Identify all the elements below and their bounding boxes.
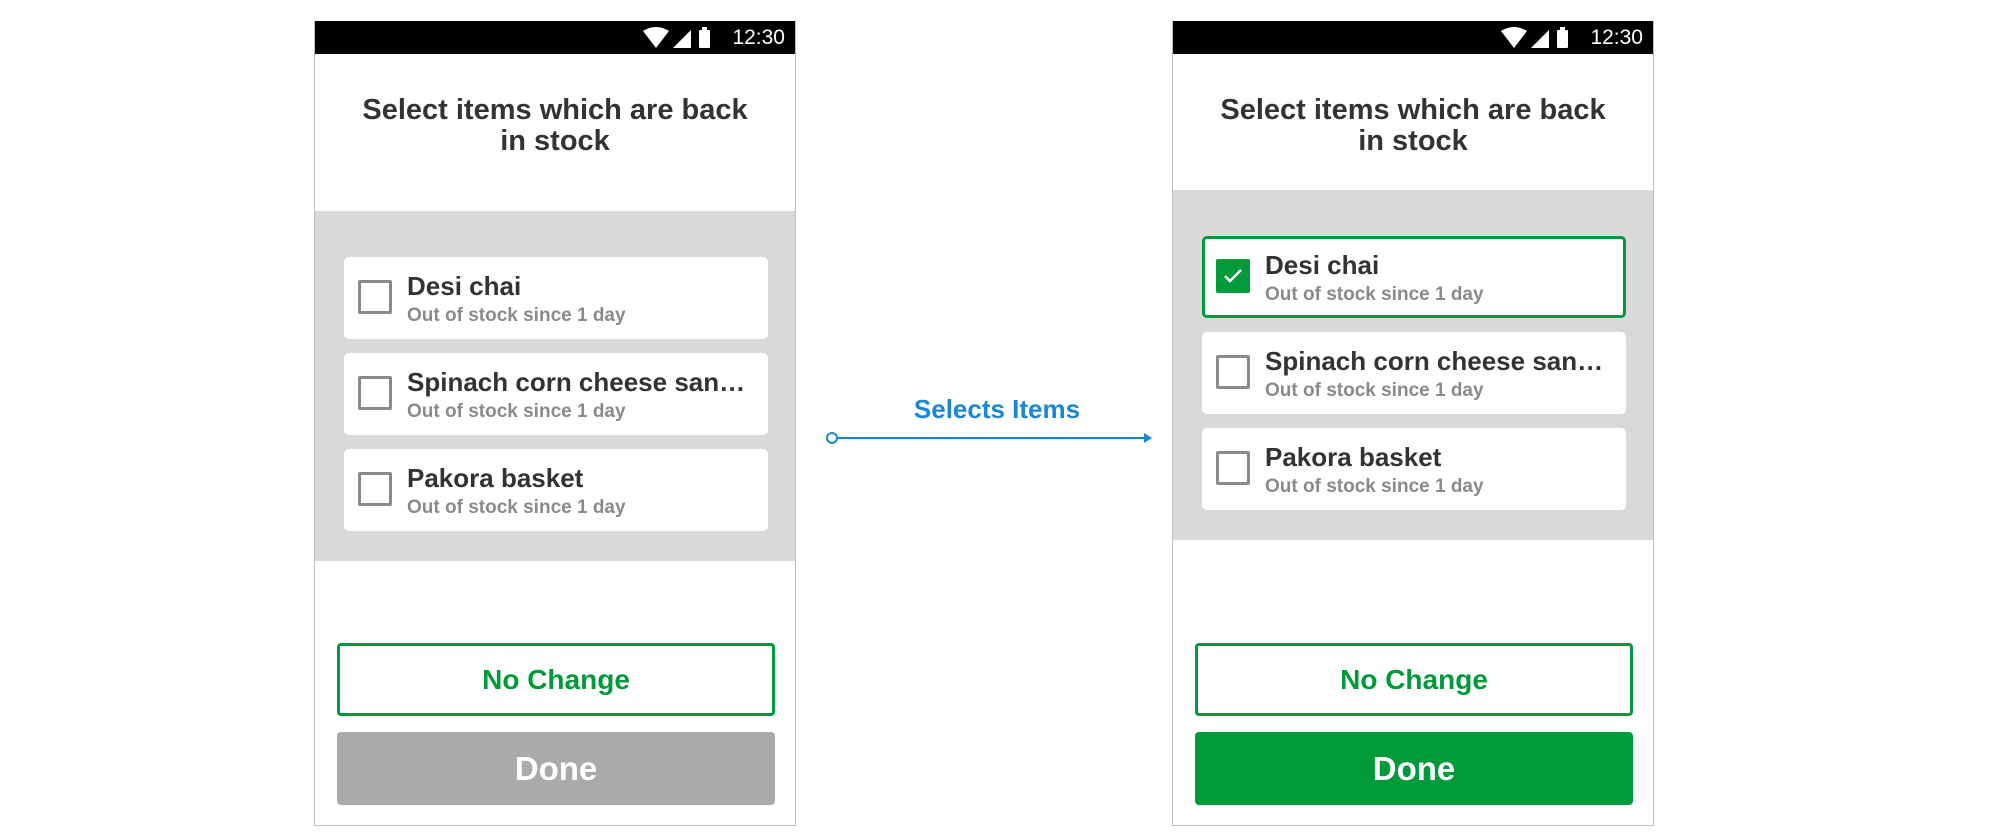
status-icons <box>643 27 713 49</box>
transition-arrow <box>826 432 1152 444</box>
item-status: Out of stock since 1 day <box>1265 380 1484 401</box>
item-list: Desi chai Out of stock since 1 day Spina… <box>315 211 795 561</box>
checkbox-unchecked[interactable] <box>358 280 392 314</box>
item-status: Out of stock since 1 day <box>407 401 626 422</box>
battery-icon <box>699 27 710 48</box>
page-title: Select items which are back in stock <box>1220 94 1606 157</box>
list-item-desi-chai[interactable]: Desi chai Out of stock since 1 day <box>344 257 768 339</box>
page-title: Select items which are back in stock <box>362 94 748 157</box>
item-name: Desi chai <box>407 271 522 301</box>
checkbox-unchecked[interactable] <box>1216 355 1250 389</box>
checkbox-unchecked[interactable] <box>358 376 392 410</box>
item-status: Out of stock since 1 day <box>407 305 626 326</box>
no-change-button[interactable]: No Change <box>337 643 775 716</box>
item-status: Out of stock since 1 day <box>1265 284 1484 305</box>
list-item-pakora-basket[interactable]: Pakora basket Out of stock since 1 day <box>344 449 768 531</box>
phone-screen-after: 12:30 Select items which are back in sto… <box>1172 21 1654 826</box>
item-status: Out of stock since 1 day <box>407 497 626 518</box>
status-time: 12:30 <box>1590 26 1643 49</box>
item-status: Out of stock since 1 day <box>1265 476 1484 497</box>
checkbox-unchecked[interactable] <box>358 472 392 506</box>
status-time: 12:30 <box>732 26 785 49</box>
item-name: Spinach corn cheese sandwich <box>1265 346 1605 376</box>
list-item-desi-chai[interactable]: Desi chai Out of stock since 1 day <box>1202 236 1626 318</box>
status-bar: 12:30 <box>315 21 795 54</box>
item-list: Desi chai Out of stock since 1 day Spina… <box>1173 190 1653 540</box>
status-icons <box>1501 27 1571 49</box>
no-change-button[interactable]: No Change <box>1195 643 1633 716</box>
list-item-spinach-corn-cheese[interactable]: Spinach corn cheese sandwich Out of stoc… <box>344 353 768 435</box>
list-item-spinach-corn-cheese[interactable]: Spinach corn cheese sandwich Out of stoc… <box>1202 332 1626 414</box>
item-name: Spinach corn cheese sandwich <box>407 367 747 397</box>
signal-icon <box>1531 30 1549 48</box>
item-name: Pakora basket <box>1265 442 1442 472</box>
battery-icon <box>1557 27 1568 48</box>
done-button-disabled[interactable]: Done <box>337 732 775 805</box>
wifi-icon <box>643 27 669 48</box>
check-icon <box>1224 269 1242 283</box>
item-name: Desi chai <box>1265 250 1380 280</box>
signal-icon <box>673 30 691 48</box>
item-name: Pakora basket <box>407 463 584 493</box>
transition-label: Selects Items <box>913 394 1081 424</box>
checkbox-unchecked[interactable] <box>1216 451 1250 485</box>
wifi-icon <box>1501 27 1527 48</box>
phone-screen-before: 12:30 Select items which are back in sto… <box>314 21 796 826</box>
list-item-pakora-basket[interactable]: Pakora basket Out of stock since 1 day <box>1202 428 1626 510</box>
checkbox-checked[interactable] <box>1216 259 1250 293</box>
done-button[interactable]: Done <box>1195 732 1633 805</box>
status-bar: 12:30 <box>1173 21 1653 54</box>
